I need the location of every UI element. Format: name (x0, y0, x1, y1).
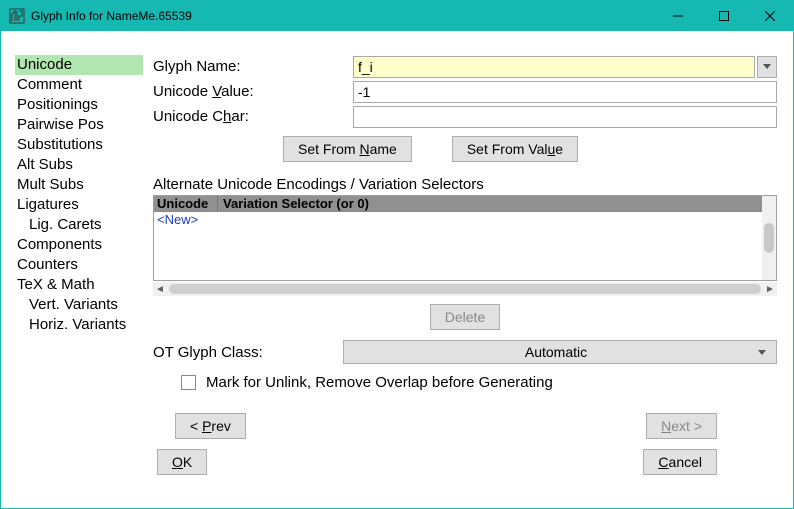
mark-unlink-label: Mark for Unlink, Remove Overlap before G… (206, 374, 553, 391)
window-title: Glyph Info for NameMe.65539 (31, 9, 655, 23)
horizontal-scrollbar[interactable]: ◄ ► (153, 282, 777, 296)
glyph-name-dropdown-button[interactable] (757, 56, 777, 78)
ot-glyph-class-select[interactable]: Automatic (343, 340, 777, 364)
sidebar-item-mult-subs[interactable]: Mult Subs (15, 175, 143, 195)
close-button[interactable] (747, 1, 793, 31)
prev-button[interactable]: < Prev (175, 413, 246, 439)
sidebar-item-ligatures[interactable]: Ligatures (15, 195, 143, 215)
titlebar: Glyph Info for NameMe.65539 (1, 1, 793, 31)
scroll-right-icon[interactable]: ► (763, 282, 777, 296)
unicode-value-input[interactable] (353, 81, 777, 103)
ok-button[interactable]: OK (157, 449, 207, 475)
next-button[interactable]: Next > (646, 413, 717, 439)
chevron-down-icon (758, 350, 766, 355)
sidebar-item-lig-carets[interactable]: Lig. Carets (15, 215, 143, 235)
vertical-scrollbar[interactable] (762, 196, 776, 280)
main-panel: Glyph Name: Unicode Value: Unicode Char:… (153, 55, 777, 502)
col-variation-selector[interactable]: Variation Selector (or 0) (218, 196, 762, 211)
unicode-char-input[interactable] (353, 106, 777, 128)
sidebar-item-substitutions[interactable]: Substitutions (15, 135, 143, 155)
delete-button[interactable]: Delete (430, 304, 500, 330)
set-from-value-button[interactable]: Set From Value (452, 136, 578, 162)
sidebar-item-unicode[interactable]: Unicode (15, 55, 143, 75)
scroll-left-icon[interactable]: ◄ (153, 282, 167, 296)
sidebar-item-tex-math[interactable]: TeX & Math (15, 275, 143, 295)
mark-unlink-checkbox[interactable] (181, 375, 196, 390)
sidebar-item-pairwise-pos[interactable]: Pairwise Pos (15, 115, 143, 135)
sidebar-item-alt-subs[interactable]: Alt Subs (15, 155, 143, 175)
minimize-button[interactable] (655, 1, 701, 31)
sidebar-item-horiz-variants[interactable]: Horiz. Variants (15, 315, 143, 335)
sidebar-item-components[interactable]: Components (15, 235, 143, 255)
set-from-name-button[interactable]: Set From Name (283, 136, 412, 162)
unicode-value-label: Unicode Value: (153, 83, 353, 100)
glyph-name-input[interactable] (353, 56, 755, 78)
table-header: Unicode Variation Selector (or 0) (154, 196, 762, 212)
col-unicode[interactable]: Unicode (154, 196, 218, 211)
ot-glyph-class-label: OT Glyph Class: (153, 344, 343, 361)
sidebar-item-positionings[interactable]: Positionings (15, 95, 143, 115)
glyph-name-label: Glyph Name: (153, 58, 353, 75)
alt-encodings-table: Unicode Variation Selector (or 0) <New> (153, 195, 777, 281)
unicode-char-label: Unicode Char: (153, 108, 353, 125)
maximize-button[interactable] (701, 1, 747, 31)
cancel-button[interactable]: Cancel (643, 449, 717, 475)
alt-encodings-label: Alternate Unicode Encodings / Variation … (153, 176, 777, 193)
table-row-new[interactable]: <New> (154, 212, 762, 227)
sidebar-item-counters[interactable]: Counters (15, 255, 143, 275)
sidebar-item-comment[interactable]: Comment (15, 75, 143, 95)
chevron-down-icon (763, 64, 771, 69)
app-icon (9, 8, 25, 24)
sidebar: Unicode Comment Positionings Pairwise Po… (15, 55, 143, 502)
sidebar-item-vert-variants[interactable]: Vert. Variants (15, 295, 143, 315)
